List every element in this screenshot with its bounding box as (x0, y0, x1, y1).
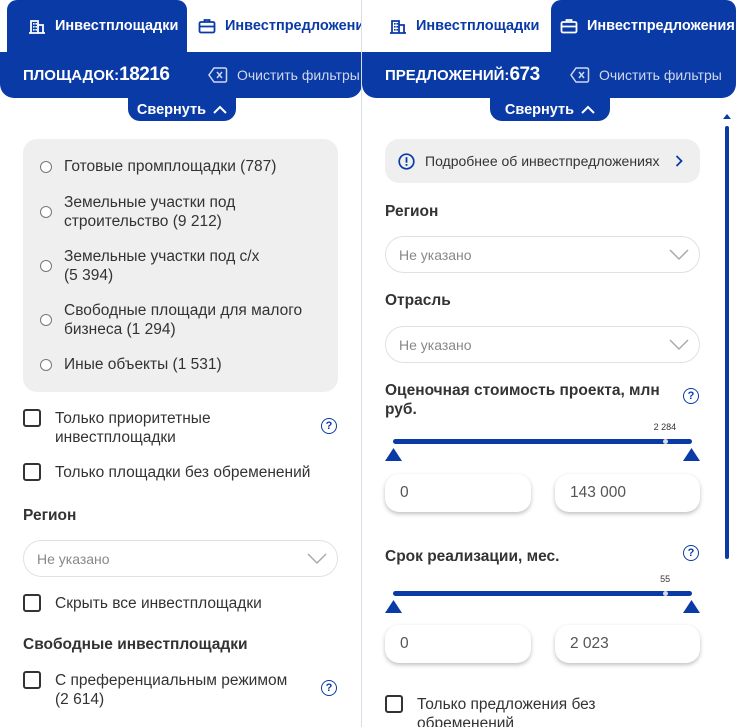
investplots-filter-panel: Инвестплощадки Инвестпредложения ПЛОЩАДО… (0, 0, 362, 727)
radio-other-objects[interactable]: Иные объекты (1 531) (40, 355, 222, 374)
radio-circle[interactable] (40, 314, 52, 326)
collapse-button[interactable]: Свернуть (128, 98, 236, 121)
term-range-slider[interactable]: 55 (385, 574, 700, 613)
radio-circle[interactable] (40, 206, 52, 218)
cost-range-slider[interactable]: 2 284 (385, 422, 700, 461)
help-icon[interactable]: ? (683, 545, 699, 561)
help-icon[interactable]: ? (321, 680, 337, 696)
tab-investplots[interactable]: Инвестплощадки (368, 0, 544, 52)
radio-construction-land[interactable]: Земельные участки под строительство (9 21… (40, 193, 235, 231)
radio-circle[interactable] (40, 160, 52, 173)
scroll-up-arrow-icon[interactable] (723, 114, 731, 119)
hide-all-checkbox[interactable]: Скрыть все инвестплощадки (23, 594, 262, 613)
tab-investoffers[interactable]: Инвестпредложения (189, 0, 362, 52)
building-icon (28, 17, 46, 35)
checkbox-box[interactable] (23, 463, 41, 481)
offers-no-encumbrance-checkbox[interactable]: Только предложения без обременений (385, 695, 596, 727)
info-icon (398, 152, 415, 170)
slider-track[interactable] (393, 439, 692, 444)
results-count: ПРЕДЛОЖЕНИЙ:673 (385, 64, 540, 85)
chevron-up-icon (213, 105, 227, 114)
results-header: ПЛОЩАДОК:18216 Очистить фильтры (0, 52, 361, 98)
investoffers-info-link[interactable]: Подробнее об инвестпредложениях (385, 139, 700, 183)
tab-investoffers[interactable]: Инвестпредложения (551, 0, 736, 52)
chevron-down-icon (669, 249, 689, 261)
tab-investplots[interactable]: Инвестплощадки (7, 0, 187, 52)
free-plots-title: Свободные инвестплощадки (23, 636, 248, 653)
radio-small-business-space[interactable]: Свободные площади для малого бизнеса (1 2… (40, 301, 302, 339)
checkbox-box[interactable] (23, 409, 41, 427)
region-title: Регион (385, 203, 439, 220)
chevron-up-icon (581, 105, 595, 114)
industry-select[interactable]: Не указано (385, 326, 700, 363)
cost-min-input[interactable]: 0 (385, 474, 531, 512)
priority-only-checkbox[interactable]: Только приоритетные инвестплощадки (23, 409, 211, 447)
clear-filters-button[interactable]: Очистить фильтры (570, 52, 722, 98)
slider-mark-dot (662, 591, 668, 596)
tab-bar: Инвестплощадки Инвестпредложения (362, 0, 736, 52)
radio-agricultural-land[interactable]: Земельные участки под с/х (5 394) (40, 247, 259, 285)
tab-investoffers-label: Инвестпредложения (225, 18, 362, 34)
radio-ready-industrial[interactable]: Готовые промплощадки (787) (40, 157, 276, 176)
region-select[interactable]: Не указано (23, 540, 338, 577)
slider-mark-dot (662, 439, 668, 444)
tab-investplots-label: Инвестплощадки (55, 18, 179, 34)
briefcase-icon (198, 17, 216, 35)
plot-type-radio-group: Готовые промплощадки (787) Земельные уча… (23, 139, 338, 392)
slider-min-handle[interactable] (385, 600, 402, 613)
radio-circle[interactable] (40, 358, 52, 371)
term-min-input[interactable]: 0 (385, 625, 531, 663)
cost-title: Оценочная стоимость проекта, млн руб. (385, 382, 660, 418)
cost-max-input[interactable]: 143 000 (555, 474, 700, 512)
chevron-down-icon (307, 553, 327, 565)
tab-investoffers-label: Инвестпредложения (587, 18, 735, 34)
chevron-down-icon (669, 339, 689, 351)
briefcase-icon (560, 17, 578, 35)
preferential-regime-checkbox[interactable]: С преференциальным режимом (2 614) (23, 671, 287, 709)
checkbox-box[interactable] (23, 594, 41, 612)
investoffers-filter-panel: Инвестплощадки Инвестпредложения ПРЕДЛОЖ… (362, 0, 736, 727)
chevron-right-icon (675, 155, 683, 167)
results-count: ПЛОЩАДОК:18216 (23, 64, 170, 85)
clear-filters-icon (208, 67, 228, 83)
scrollbar-thumb[interactable] (725, 126, 729, 559)
help-icon[interactable]: ? (683, 388, 699, 404)
slider-mark-label: 2 284 (653, 422, 677, 432)
clear-filters-icon (570, 67, 590, 83)
scrollbar[interactable] (723, 114, 731, 727)
tab-bar: Инвестплощадки Инвестпредложения (0, 0, 361, 52)
radio-circle[interactable] (40, 260, 52, 272)
tab-investplots-label: Инвестплощадки (416, 18, 540, 34)
region-title: Регион (23, 507, 77, 524)
slider-max-handle[interactable] (683, 600, 700, 613)
industry-title: Отрасль (385, 292, 451, 309)
region-select[interactable]: Не указано (385, 236, 700, 273)
no-encumbrance-checkbox[interactable]: Только площадки без обременений (23, 463, 310, 482)
checkbox-box[interactable] (23, 671, 41, 689)
checkbox-box[interactable] (385, 695, 403, 713)
building-icon (389, 17, 407, 35)
slider-mark-label: 55 (660, 574, 671, 584)
slider-track[interactable] (393, 591, 692, 596)
collapse-button[interactable]: Свернуть (490, 98, 610, 121)
clear-filters-button[interactable]: Очистить фильтры (208, 52, 360, 98)
term-title: Срок реализации, мес. (385, 548, 560, 565)
term-max-input[interactable]: 2 023 (555, 625, 700, 663)
help-icon[interactable]: ? (321, 418, 337, 434)
slider-min-handle[interactable] (385, 448, 402, 461)
results-header: ПРЕДЛОЖЕНИЙ:673 Очистить фильтры (362, 52, 736, 98)
slider-max-handle[interactable] (683, 448, 700, 461)
